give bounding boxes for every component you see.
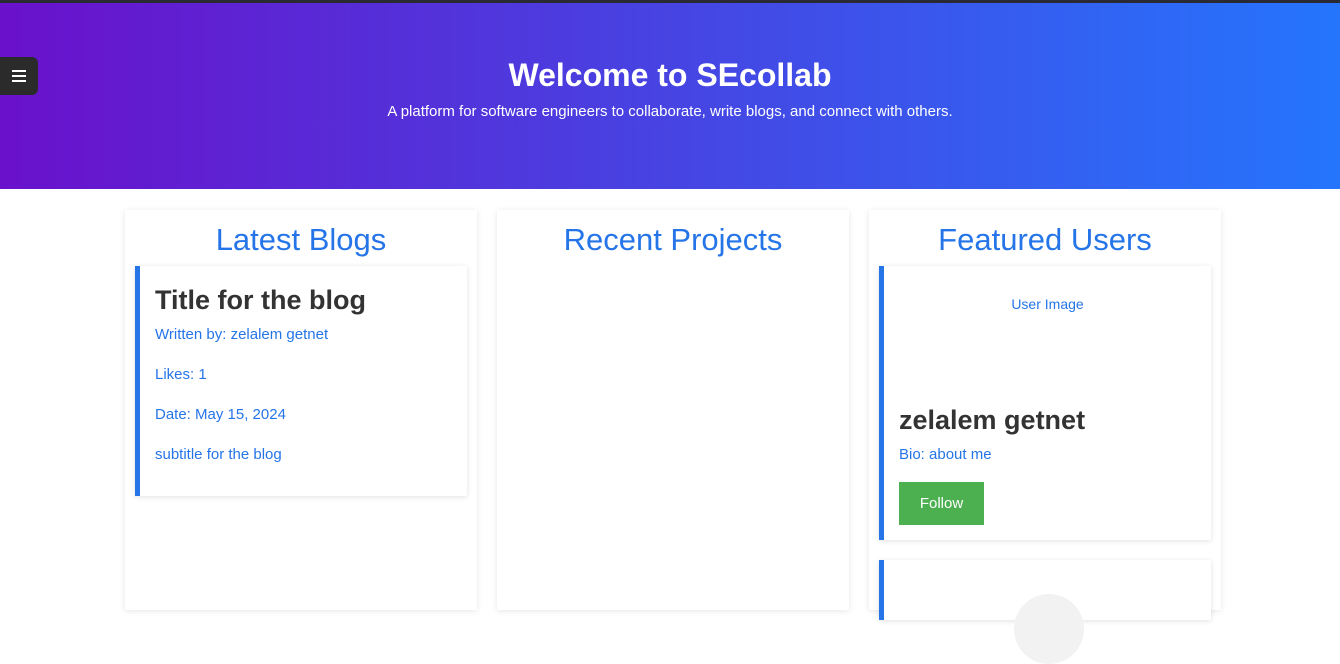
blog-likes: Likes: 1 [155, 366, 207, 383]
blog-card[interactable]: Title for the blog Written by: zelalem g… [135, 266, 467, 496]
featured-users-section: Featured Users User Image zelalem getnet… [869, 210, 1221, 664]
page-subtitle: A platform for software engineers to col… [387, 103, 953, 120]
recent-projects-heading: Recent Projects [563, 222, 783, 257]
user-image-broken: User Image [1011, 296, 1084, 312]
blog-subtitle: subtitle for the blog [155, 446, 282, 463]
user-name[interactable]: zelalem getnet [899, 403, 1085, 437]
page-title: Welcome to SEcollab [508, 57, 832, 93]
user-bio: Bio: about me [899, 446, 992, 463]
user-card: User Image zelalem getnet Bio: about me … [879, 266, 1211, 540]
latest-blogs-section: Latest Blogs Title for the blog Written … [125, 210, 477, 610]
user-card [879, 560, 1211, 664]
follow-button[interactable]: Follow [899, 482, 984, 525]
hamburger-menu-icon [12, 70, 26, 82]
blog-title[interactable]: Title for the blog [155, 283, 366, 317]
blog-date: Date: May 15, 2024 [155, 406, 286, 423]
recent-projects-section: Recent Projects [497, 210, 849, 610]
menu-toggle-button[interactable] [0, 57, 38, 95]
featured-users-heading: Featured Users [938, 222, 1152, 257]
latest-blogs-heading: Latest Blogs [215, 222, 387, 257]
blog-author: Written by: zelalem getnet [155, 326, 329, 343]
hero-banner: Welcome to SEcollab A platform for softw… [0, 3, 1340, 189]
